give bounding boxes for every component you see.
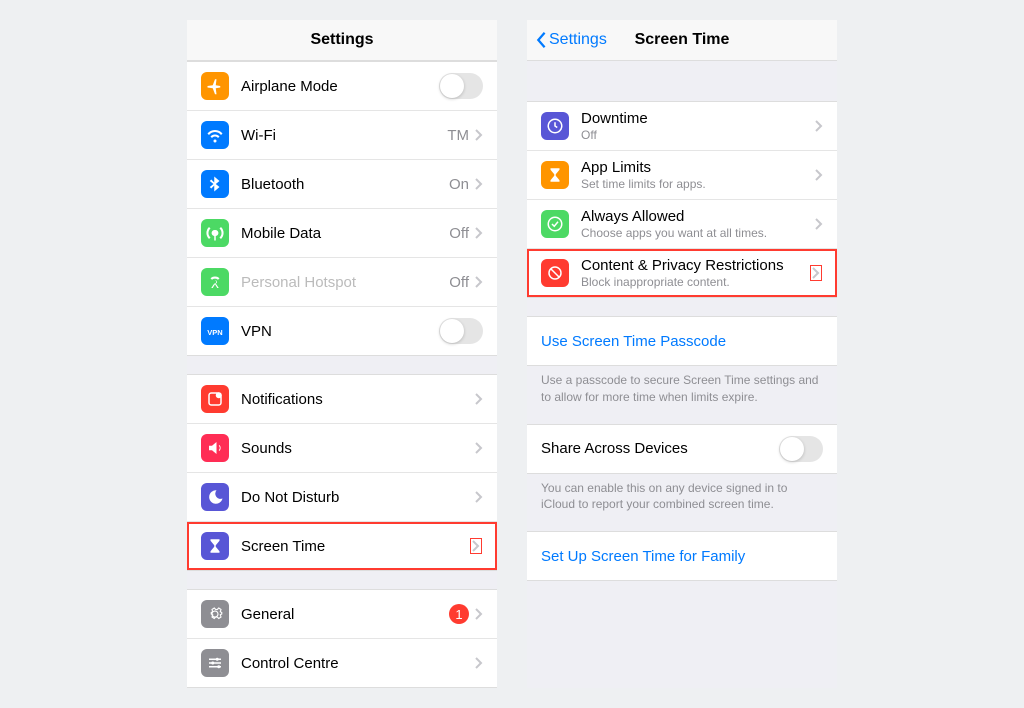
page-title: Settings <box>310 31 373 49</box>
link-label: Set Up Screen Time for Family <box>541 548 745 565</box>
chevron-right-icon <box>475 393 483 405</box>
hourglass-icon <box>541 161 569 189</box>
row-label: VPN <box>241 323 439 340</box>
settings-row[interactable]: Mobile DataOff <box>187 209 497 258</box>
row-label: Mobile Data <box>241 225 449 242</box>
chevron-right-icon <box>475 227 483 239</box>
moon-icon <box>201 483 229 511</box>
toggle[interactable] <box>439 73 483 99</box>
row-text: Always AllowedChoose apps you want at al… <box>581 208 815 240</box>
sound-icon <box>201 434 229 462</box>
hourglass-icon <box>201 532 229 560</box>
family-row[interactable]: Set Up Screen Time for Family <box>527 532 837 580</box>
row-label: Personal Hotspot <box>241 274 449 291</box>
back-label: Settings <box>549 31 607 49</box>
header: Settings <box>187 20 497 61</box>
chevron-right-icon <box>475 442 483 454</box>
row-label: Wi-Fi <box>241 127 447 144</box>
antenna-icon <box>201 219 229 247</box>
row-label: Bluetooth <box>241 176 449 193</box>
settings-row[interactable]: Sounds <box>187 424 497 473</box>
chevron-right-icon <box>815 169 823 181</box>
use-passcode-row[interactable]: Use Screen Time Passcode <box>527 317 837 365</box>
row-text: App LimitsSet time limits for apps. <box>581 159 815 191</box>
badge: 1 <box>449 604 469 624</box>
chevron-right-icon <box>815 218 823 230</box>
clock-icon <box>541 112 569 140</box>
gear-icon <box>201 600 229 628</box>
header: Settings Screen Time <box>527 20 837 61</box>
hotspot-icon <box>201 268 229 296</box>
chevron-right-icon <box>475 491 483 503</box>
chevron-right-icon <box>475 608 483 620</box>
row-label: Airplane Mode <box>241 78 439 95</box>
settings-screen: Settings Airplane ModeWi-FiTMBluetoothOn… <box>187 20 497 688</box>
settings-row[interactable]: Screen Time <box>187 522 497 570</box>
row-detail: On <box>449 176 469 193</box>
settings-row[interactable]: Content & Privacy RestrictionsBlock inap… <box>527 249 837 297</box>
bluetooth-icon <box>201 170 229 198</box>
footer-text: You can enable this on any device signed… <box>527 474 837 514</box>
footer-text: Use a passcode to secure Screen Time set… <box>527 366 837 406</box>
row-text: Content & Privacy RestrictionsBlock inap… <box>581 257 809 289</box>
chevron-right-icon <box>475 129 483 141</box>
chevron-right-icon <box>475 657 483 669</box>
settings-row[interactable]: General1 <box>187 590 497 639</box>
settings-row[interactable]: Do Not Disturb <box>187 473 497 522</box>
notif-icon <box>201 385 229 413</box>
row-label: Notifications <box>241 391 475 408</box>
airplane-icon <box>201 72 229 100</box>
settings-row[interactable]: BluetoothOn <box>187 160 497 209</box>
chevron-right-icon <box>475 178 483 190</box>
settings-row[interactable]: App LimitsSet time limits for apps. <box>527 151 837 200</box>
row-label: Do Not Disturb <box>241 489 475 506</box>
settings-row[interactable]: Wi-FiTM <box>187 111 497 160</box>
settings-row[interactable]: VPN VPN <box>187 307 497 355</box>
row-text: DowntimeOff <box>581 110 815 142</box>
row-label: Control Centre <box>241 655 475 672</box>
row-detail: Off <box>449 274 469 291</box>
back-button[interactable]: Settings <box>535 31 607 49</box>
link-label: Use Screen Time Passcode <box>541 333 726 350</box>
toggle[interactable] <box>779 436 823 462</box>
settings-row[interactable]: DowntimeOff <box>527 102 837 151</box>
chevron-right-icon <box>475 276 483 288</box>
settings-row[interactable]: Control Centre <box>187 639 497 687</box>
share-devices-row[interactable]: Share Across Devices <box>527 425 837 473</box>
page-title: Screen Time <box>635 31 730 49</box>
row-detail: TM <box>447 127 469 144</box>
check-icon <box>541 210 569 238</box>
chevron-right-icon <box>809 264 823 282</box>
wifi-icon <box>201 121 229 149</box>
chevron-right-icon <box>469 537 483 555</box>
settings-row[interactable]: Always AllowedChoose apps you want at al… <box>527 200 837 249</box>
settings-row[interactable]: Notifications <box>187 375 497 424</box>
settings-row[interactable]: Personal HotspotOff <box>187 258 497 307</box>
row-label: Share Across Devices <box>541 440 779 457</box>
settings-row[interactable]: Airplane Mode <box>187 62 497 111</box>
sliders-icon <box>201 649 229 677</box>
screentime-screen: Settings Screen Time DowntimeOff App Limi… <box>527 20 837 688</box>
toggle[interactable] <box>439 318 483 344</box>
row-detail: Off <box>449 225 469 242</box>
svg-text:VPN: VPN <box>207 328 222 337</box>
row-label: Sounds <box>241 440 475 457</box>
row-label: General <box>241 606 449 623</box>
vpn-icon: VPN <box>201 317 229 345</box>
row-label: Screen Time <box>241 538 469 555</box>
chevron-right-icon <box>815 120 823 132</box>
nosign-icon <box>541 259 569 287</box>
